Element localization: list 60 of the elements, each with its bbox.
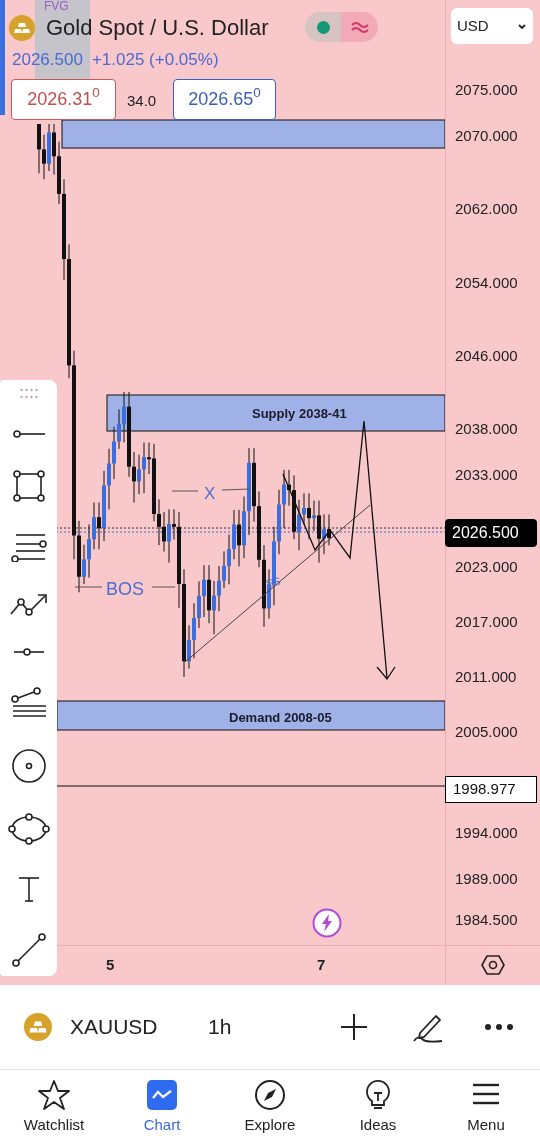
price-axis-label: 2075.000 — [455, 80, 518, 100]
ingots-icon — [9, 15, 35, 41]
currency-select[interactable]: USD — [451, 8, 533, 44]
price-axis-label: 2011.000 — [455, 666, 517, 687]
price-axis-label: 1994.000 — [455, 822, 518, 843]
marked-price-tag: 1998.977 — [445, 776, 537, 803]
sell-price-button[interactable]: 2026.31$^{0}$ — [11, 79, 116, 120]
settings-icon[interactable] — [481, 953, 505, 977]
spread-value: 34.0 — [127, 91, 157, 111]
nav-tab[interactable]: Watchlist — [0, 1071, 108, 1148]
supply-label: Supply 2038-41 — [252, 405, 347, 423]
price-axis-label: 1989.000 — [455, 868, 518, 889]
price-axis-label: 2062.000 — [455, 199, 518, 220]
circle-tool-icon[interactable] — [10, 747, 47, 784]
buy-price-button[interactable]: 2026.65$^{0}$ — [173, 79, 276, 120]
symbol-selector[interactable]: XAUUSD — [70, 1011, 208, 1043]
star-icon — [38, 1079, 70, 1111]
fvg-label: FVG — [44, 0, 69, 13]
price-change: +1.025 (+0.05%) — [91, 49, 219, 71]
ingots-icon — [24, 1013, 52, 1041]
sweep-label: SS — [264, 573, 283, 592]
add-icon[interactable] — [340, 1013, 368, 1041]
lightning-icon[interactable] — [312, 908, 342, 938]
status-pill[interactable] — [305, 12, 378, 42]
waves-icon — [350, 21, 369, 33]
price-axis-label: 1984.500 — [455, 909, 518, 930]
demand-label: Demand 2008-05 — [229, 709, 332, 727]
price-axis-label: 2038.000 — [455, 419, 518, 440]
line-tool-icon[interactable] — [11, 429, 46, 440]
interval-selector[interactable]: 1h — [208, 1011, 232, 1043]
last-price: 2026.500 — [12, 49, 83, 71]
path-tool-icon[interactable] — [8, 591, 49, 618]
fibonacci-tool-icon[interactable] — [9, 686, 48, 719]
price-axis-label: 2005.000 — [455, 721, 518, 742]
chevron-down-icon — [517, 22, 527, 30]
more-icon[interactable] — [484, 1023, 514, 1031]
time-axis-label: 7 — [317, 955, 326, 975]
price-axis-label: 2033.000 — [455, 465, 518, 486]
drag-handle-icon[interactable] — [18, 388, 39, 400]
chart-icon — [146, 1079, 178, 1111]
symbol-title: Gold Spot / U.S. Dollar — [46, 15, 269, 41]
trend-line-tool-icon[interactable] — [10, 931, 47, 968]
structure-label: X — [204, 483, 216, 505]
nav-tab[interactable]: Explore — [216, 1071, 324, 1148]
price-axis-label: 2054.000 — [455, 272, 518, 293]
current-price-tag: 2026.500 — [445, 519, 537, 547]
price-axis-label: 2017.000 — [455, 611, 518, 632]
time-axis-label: 5 — [106, 955, 115, 975]
compass-icon — [254, 1079, 286, 1111]
price-axis-label: 2046.000 — [455, 345, 518, 366]
price-axis-label: 2070.000 — [455, 125, 518, 146]
ellipse-tool-icon[interactable] — [7, 813, 50, 846]
rectangle-tool-icon[interactable] — [11, 468, 46, 503]
parallel-channel-icon[interactable] — [9, 532, 48, 563]
bos-label: BOS — [106, 578, 144, 601]
nav-tab[interactable]: Ideas — [324, 1071, 432, 1148]
price-axis-label: 2023.000 — [455, 556, 518, 577]
horizontal-ray-icon[interactable] — [11, 646, 46, 657]
nav-tab[interactable]: Menu — [432, 1071, 540, 1148]
nav-tab[interactable]: Chart — [108, 1071, 216, 1148]
